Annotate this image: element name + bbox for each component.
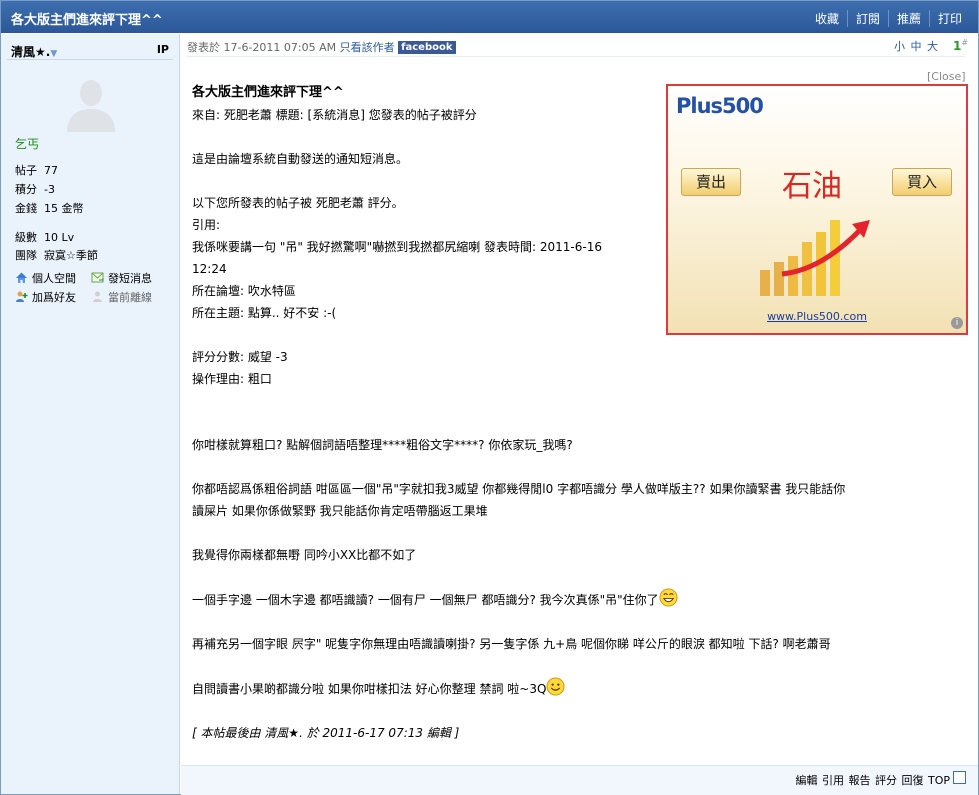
home-icon: [16, 272, 27, 283]
post-line: 再補充另一個字眼 屄字" 呢隻字你無理由唔識讀喇掛? 另一隻字係 九+鳥 呢個你…: [192, 637, 831, 651]
header-divider: [187, 56, 965, 57]
ad-sell-button[interactable]: 賣出: [681, 168, 741, 196]
post-line-with-emoticon: 自問讀書小果啲都識分啦 如果你咁樣扣法 好心你整理 禁詞 啦~3Q: [192, 677, 967, 700]
plus500-logo[interactable]: Plus500: [676, 94, 764, 118]
post-footer: 編輯 引用 報告 評分 回復 TOP: [181, 765, 978, 795]
stat-posts: 帖子 77: [15, 164, 58, 177]
ad-url-link[interactable]: www.Plus500.com: [668, 310, 966, 323]
post-line: 讀屎片 如果你係做緊野 我只能話你肯定唔帶腦返工果堆: [192, 504, 488, 518]
print-link[interactable]: 打印: [928, 10, 970, 27]
stat-level: 級數 10 Lv: [15, 231, 75, 244]
online-status: 當前離線: [91, 288, 167, 307]
author-rank: 乞丐: [15, 137, 40, 151]
post-footer-links[interactable]: 編輯 引用 報告 評分 回復 TOP: [796, 772, 951, 788]
facebook-share-button[interactable]: facebook: [398, 41, 456, 54]
author-name-link[interactable]: 清風★.▼: [11, 43, 57, 60]
thread-title: 各大版主們進來評下理^^: [11, 13, 163, 28]
author-only-link[interactable]: 只看該作者: [340, 41, 395, 54]
author-name: 清風★.: [11, 45, 51, 59]
add-user-icon: [16, 291, 28, 302]
stat-money: 金錢 15 金幣: [15, 202, 84, 215]
chevron-down-icon[interactable]: ▼: [50, 49, 57, 59]
author-sidebar: 清風★.▼ IP 乞丐 帖子 77 積分 -3 金錢 15 金幣 級數 10 L…: [1, 34, 180, 794]
smile-emoticon-icon: [546, 677, 565, 696]
title-bar: 各大版主們進來評下理^^ 收藏 訂閱 推薦 打印: [1, 1, 978, 33]
info-icon[interactable]: i: [951, 317, 963, 329]
author-header: 清風★.▼ IP: [7, 39, 173, 60]
post-line-with-emoticon: 一個手字邊 一個木字邊 都唔識讀? 一個有尸 一個無尸 都唔識分? 我今次真係"…: [192, 588, 967, 611]
recommend-link[interactable]: 推薦: [887, 10, 929, 27]
ip-link[interactable]: IP: [157, 43, 169, 56]
floor-number[interactable]: 1#: [953, 38, 968, 53]
offline-user-icon: [93, 291, 102, 302]
message-icon: [91, 272, 104, 283]
post-line: 評分分數: 威望 -3: [192, 350, 288, 364]
plus500-ad[interactable]: Plus500 賣出 石油 買入 www.Plus500.com i: [666, 84, 968, 335]
page-frame: 各大版主們進來評下理^^ 收藏 訂閱 推薦 打印 清風★.▼ IP 乞丐 帖子 …: [0, 0, 979, 795]
select-post-checkbox[interactable]: [953, 771, 966, 784]
stat-team: 團隊 寂寞☆季節: [15, 249, 98, 262]
favorite-link[interactable]: 收藏: [807, 10, 847, 27]
author-actions: 個人空間 發短消息 加爲好友 當前離線: [15, 269, 167, 307]
thread-actions: 收藏 訂閱 推薦 打印: [807, 10, 970, 27]
post-header: 發表於 17-6-2011 07:05 AM 只看該作者 facebook 小 …: [181, 34, 978, 56]
ad-buy-button[interactable]: 買入: [892, 168, 952, 196]
personal-space-button[interactable]: 個人空間: [15, 269, 91, 288]
author-stats-extra: 級數 10 Lv 團隊 寂寞☆季節: [15, 229, 98, 265]
post-line: 操作理由: 粗口: [192, 372, 272, 386]
post-date: 發表於 17-6-2011 07:05 AM: [187, 41, 337, 54]
post-meta: 發表於 17-6-2011 07:05 AM 只看該作者 facebook: [187, 39, 456, 55]
laughing-emoticon-icon: [659, 588, 678, 607]
send-message-button[interactable]: 發短消息: [91, 269, 167, 288]
post-line: 你咁樣就算粗口? 點解個詞語唔整理****粗俗文字****? 你依家玩_我嗎?: [192, 438, 573, 452]
default-avatar-icon[interactable]: [61, 72, 121, 132]
ad-commodity-label: 石油: [782, 169, 842, 204]
post-line: 我覺得你兩樣都無嘢 同吟小XX比都不如了: [192, 548, 417, 562]
edit-note: [ 本帖最後由 清風★. 於 2011-6-17 07:13 編輯 ]: [192, 726, 460, 740]
font-size-links[interactable]: 小 中 大: [894, 38, 939, 54]
author-stats: 帖子 77 積分 -3 金錢 15 金幣: [15, 161, 84, 218]
post-line: 你都唔認爲係粗俗詞語 咁區區一個"吊"字就扣我3威望 你都幾得閒l0 字都唔識分…: [192, 482, 846, 496]
subscribe-link[interactable]: 訂閱: [846, 10, 888, 27]
add-friend-button[interactable]: 加爲好友: [15, 288, 91, 307]
stat-points: 積分 -3: [15, 183, 55, 196]
ad-growth-chart-icon: [760, 220, 870, 296]
